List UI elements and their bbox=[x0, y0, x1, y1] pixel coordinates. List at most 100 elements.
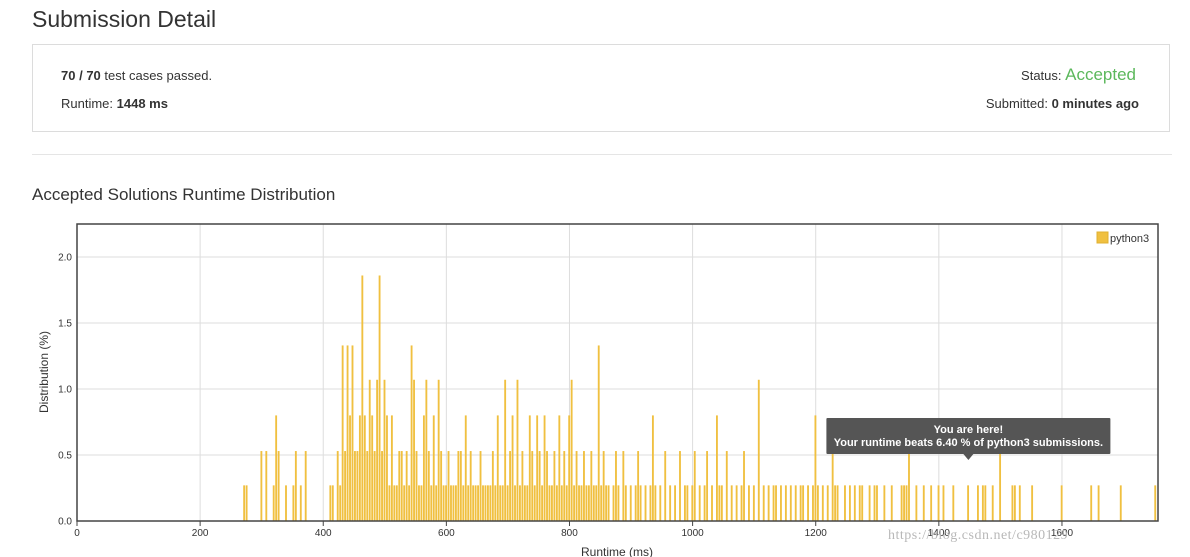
runtime-bar[interactable] bbox=[462, 485, 465, 521]
runtime-bar[interactable] bbox=[794, 485, 797, 521]
runtime-bar[interactable] bbox=[952, 485, 955, 521]
runtime-bar[interactable] bbox=[413, 379, 415, 521]
runtime-bar[interactable] bbox=[410, 345, 413, 521]
runtime-bar[interactable] bbox=[390, 415, 393, 521]
status-accepted-link[interactable]: Accepted bbox=[1065, 65, 1136, 84]
runtime-bar[interactable] bbox=[425, 379, 428, 521]
runtime-bar[interactable] bbox=[494, 485, 497, 521]
runtime-bar[interactable] bbox=[873, 485, 876, 521]
runtime-bar[interactable] bbox=[834, 485, 837, 521]
runtime-bar[interactable] bbox=[659, 485, 662, 521]
runtime-bar[interactable] bbox=[587, 485, 590, 521]
runtime-bar[interactable] bbox=[725, 451, 728, 521]
runtime-bar[interactable] bbox=[341, 345, 344, 521]
runtime-bar[interactable] bbox=[693, 451, 696, 521]
runtime-bar[interactable] bbox=[826, 485, 829, 521]
runtime-bar[interactable] bbox=[981, 485, 984, 521]
runtime-bar[interactable] bbox=[430, 485, 433, 521]
runtime-bar[interactable] bbox=[395, 485, 398, 521]
runtime-bar[interactable] bbox=[711, 485, 713, 521]
runtime-bar[interactable] bbox=[506, 485, 509, 521]
runtime-bar[interactable] bbox=[570, 379, 573, 521]
runtime-bar[interactable] bbox=[442, 485, 445, 521]
runtime-bar[interactable] bbox=[720, 485, 723, 521]
runtime-bar[interactable] bbox=[329, 485, 332, 521]
runtime-bar[interactable] bbox=[523, 485, 526, 521]
runtime-bar[interactable] bbox=[605, 485, 608, 521]
runtime-bar[interactable] bbox=[991, 485, 994, 521]
runtime-bar[interactable] bbox=[718, 485, 721, 521]
runtime-bar[interactable] bbox=[757, 379, 760, 521]
runtime-bar[interactable] bbox=[368, 379, 371, 521]
runtime-bar[interactable] bbox=[373, 451, 376, 521]
runtime-bar[interactable] bbox=[516, 379, 519, 521]
runtime-bar[interactable] bbox=[583, 451, 585, 521]
runtime-bar[interactable] bbox=[748, 485, 750, 521]
runtime-bar[interactable] bbox=[831, 451, 834, 521]
runtime-bar[interactable] bbox=[683, 485, 686, 521]
runtime-bar[interactable] bbox=[294, 451, 297, 521]
runtime-bar[interactable] bbox=[563, 451, 566, 521]
runtime-bar[interactable] bbox=[344, 451, 347, 521]
runtime-bar[interactable] bbox=[445, 485, 447, 521]
runtime-bar[interactable] bbox=[245, 485, 248, 521]
runtime-bar[interactable] bbox=[930, 485, 933, 521]
runtime-bar[interactable] bbox=[541, 485, 544, 521]
runtime-bar[interactable] bbox=[1154, 485, 1157, 521]
runtime-bar[interactable] bbox=[602, 451, 605, 521]
runtime-bar[interactable] bbox=[1060, 485, 1063, 521]
runtime-bar[interactable] bbox=[903, 485, 905, 521]
runtime-bar[interactable] bbox=[977, 485, 979, 521]
runtime-bar[interactable] bbox=[644, 485, 647, 521]
runtime-bar[interactable] bbox=[349, 415, 351, 521]
runtime-bar[interactable] bbox=[418, 485, 420, 521]
runtime-bar[interactable] bbox=[999, 451, 1002, 521]
runtime-bar[interactable] bbox=[848, 485, 851, 521]
runtime-bar[interactable] bbox=[716, 415, 718, 521]
runtime-bar[interactable] bbox=[277, 451, 280, 521]
runtime-bar[interactable] bbox=[607, 485, 610, 521]
runtime-bar[interactable] bbox=[637, 451, 640, 521]
runtime-bar[interactable] bbox=[730, 485, 733, 521]
runtime-bar[interactable] bbox=[1097, 485, 1100, 521]
runtime-bar[interactable] bbox=[775, 485, 777, 521]
runtime-bar[interactable] bbox=[543, 415, 546, 521]
runtime-bar[interactable] bbox=[698, 485, 701, 521]
runtime-bar[interactable] bbox=[858, 485, 861, 521]
runtime-bar[interactable] bbox=[937, 485, 940, 521]
runtime-bar[interactable] bbox=[651, 415, 654, 521]
runtime-bar[interactable] bbox=[597, 345, 600, 521]
runtime-bar[interactable] bbox=[789, 485, 792, 521]
runtime-bar[interactable] bbox=[590, 451, 593, 521]
runtime-bar[interactable] bbox=[836, 485, 839, 521]
runtime-bar[interactable] bbox=[634, 485, 637, 521]
runtime-bar[interactable] bbox=[504, 379, 507, 521]
runtime-bar[interactable] bbox=[595, 485, 598, 521]
runtime-bar[interactable] bbox=[452, 485, 455, 521]
runtime-bar[interactable] bbox=[883, 485, 886, 521]
runtime-bar[interactable] bbox=[457, 451, 460, 521]
runtime-bar[interactable] bbox=[427, 451, 430, 521]
runtime-bar[interactable] bbox=[536, 415, 539, 521]
runtime-bar[interactable] bbox=[464, 415, 467, 521]
runtime-bar[interactable] bbox=[674, 485, 676, 521]
runtime-bar[interactable] bbox=[354, 451, 356, 521]
runtime-bar[interactable] bbox=[265, 451, 268, 521]
runtime-bar[interactable] bbox=[1090, 485, 1093, 521]
runtime-bar[interactable] bbox=[654, 485, 657, 521]
runtime-bar[interactable] bbox=[706, 451, 709, 521]
runtime-bar[interactable] bbox=[780, 485, 782, 521]
runtime-bar[interactable] bbox=[361, 275, 364, 521]
runtime-bar[interactable] bbox=[383, 379, 386, 521]
runtime-bar[interactable] bbox=[474, 485, 477, 521]
runtime-bar[interactable] bbox=[356, 451, 359, 521]
runtime-bar[interactable] bbox=[578, 485, 580, 521]
runtime-bar[interactable] bbox=[533, 485, 536, 521]
runtime-bar[interactable] bbox=[509, 451, 512, 521]
runtime-bar[interactable] bbox=[1011, 485, 1014, 521]
runtime-bar[interactable] bbox=[450, 485, 452, 521]
runtime-bar[interactable] bbox=[472, 485, 475, 521]
runtime-bar[interactable] bbox=[752, 485, 755, 521]
runtime-bar[interactable] bbox=[422, 415, 425, 521]
runtime-bar[interactable] bbox=[580, 485, 583, 521]
